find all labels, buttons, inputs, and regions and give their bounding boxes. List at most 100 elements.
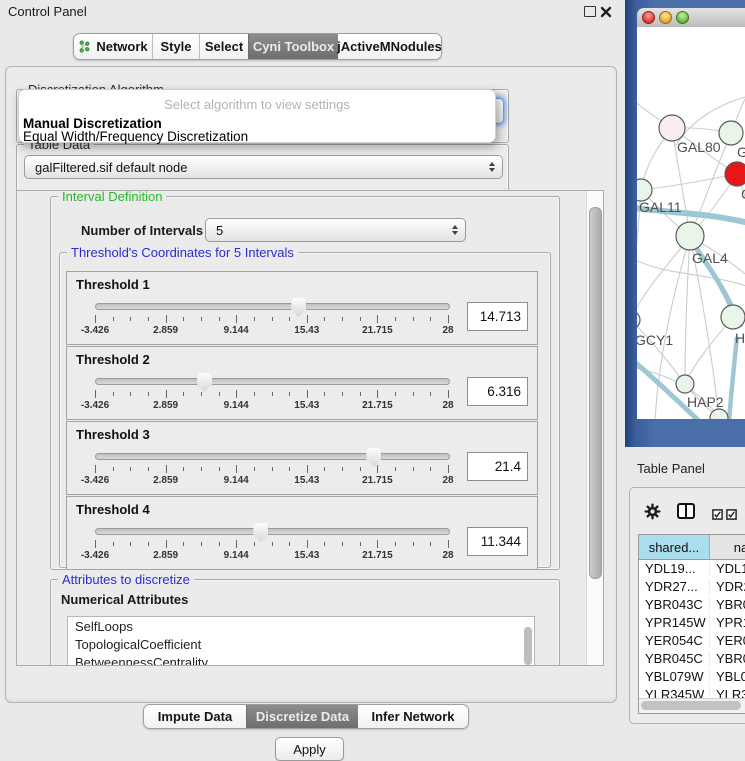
table-cell[interactable]: YER054C [639, 633, 710, 648]
table-cell[interactable]: YPR1 [710, 615, 745, 630]
table-cell[interactable]: YBR0 [710, 651, 745, 666]
slider-tick-label: -3.426 [81, 400, 109, 411]
threshold-value-input[interactable] [467, 527, 528, 556]
vertical-scrollbar[interactable] [586, 191, 603, 665]
network-node-gal4[interactable] [676, 222, 704, 250]
vertical-scroll-thumb[interactable] [589, 207, 602, 579]
slider-tick [95, 465, 96, 473]
table-cell[interactable]: YBR043C [639, 597, 710, 612]
network-window-titlebar[interactable] [637, 8, 745, 28]
close-traffic-light-icon[interactable] [642, 11, 655, 24]
cyni-toolbox-panel: Discretization Algorithm Table Data galF… [5, 66, 617, 703]
table-cell[interactable]: YBL0 [710, 669, 745, 684]
tab-infer-network[interactable]: Infer Network [358, 705, 468, 728]
table-cell[interactable]: YDR2 [710, 579, 745, 594]
threshold-slider-thumb[interactable] [291, 298, 306, 317]
table-row[interactable]: YPR145WYPR1 [639, 613, 745, 631]
gear-icon[interactable] [644, 503, 661, 525]
numerical-attributes-list[interactable]: SelfLoopsTopologicalCoefficientBetweenne… [67, 616, 535, 666]
interval-definition-group: Interval Definition Number of Intervals … [50, 196, 560, 570]
network-node-ga[interactable] [719, 121, 743, 145]
node-label: GCY1 [637, 332, 673, 348]
slider-tick [130, 317, 131, 321]
slider-tick [219, 542, 220, 546]
tab-label: jActiveMNodules [337, 39, 442, 54]
threshold-value-input[interactable] [467, 452, 528, 481]
tab-cyni-toolbox[interactable]: Cyni Toolbox [248, 34, 338, 59]
slider-tick [289, 542, 290, 546]
slider-tick [360, 467, 361, 471]
table-row[interactable]: YDR27...YDR2 [639, 577, 745, 595]
table-cell[interactable]: YPR145W [639, 615, 710, 630]
attribute-item-selfloops[interactable]: SelfLoops [68, 617, 534, 635]
threshold-slider-track[interactable] [95, 528, 450, 535]
table-cell[interactable]: YBL079W [639, 669, 710, 684]
table-cell[interactable]: YDL1 [710, 561, 745, 576]
table-cell[interactable]: YDL19... [639, 561, 710, 576]
slider-tick [324, 317, 325, 321]
slider-tick [360, 317, 361, 321]
tab-select[interactable]: Select [199, 34, 248, 59]
table-row[interactable]: YDL19...YDL1 [639, 559, 745, 577]
checkbox-checked-icon[interactable] [726, 507, 737, 525]
slider-tick [324, 392, 325, 396]
table-header-row: shared... name [639, 535, 745, 560]
number-of-intervals-combobox[interactable]: 5 [205, 218, 466, 242]
slider-tick-label: 21.715 [362, 475, 393, 486]
slider-tick-label: 15.43 [294, 475, 319, 486]
column-header-name[interactable]: name [710, 535, 745, 559]
slider-tick [272, 467, 273, 471]
table-row[interactable]: YER054CYER0 [639, 631, 745, 649]
tab-network[interactable]: Network [74, 34, 152, 59]
network-node-hap2[interactable] [676, 375, 694, 393]
network-node-gal11[interactable] [637, 179, 652, 201]
network-node-c[interactable] [725, 162, 745, 186]
threshold-slider-track[interactable] [95, 378, 450, 385]
dropdown-option-equal-width-frequency-discretization[interactable]: Equal Width/Frequency Discretization [23, 129, 248, 144]
slider-tick [413, 317, 414, 321]
attributes-scrollbar[interactable] [523, 618, 533, 666]
table-cell[interactable]: YER0 [710, 633, 745, 648]
columns-icon[interactable] [677, 503, 695, 524]
horizontal-scrollbar[interactable] [639, 698, 745, 713]
network-node-gal80[interactable] [659, 115, 685, 141]
tab-label: Impute Data [158, 709, 232, 724]
threshold-slider-thumb[interactable] [253, 523, 268, 542]
table-data-combobox[interactable]: galFiltered.sif default node [24, 155, 503, 179]
tab-jactivemnodules[interactable]: jActiveMNodules [338, 34, 441, 59]
network-node-h[interactable] [721, 305, 745, 329]
table-cell[interactable]: YDR27... [639, 579, 710, 594]
threshold-slider-track[interactable] [95, 303, 450, 310]
attribute-item-topologicalcoefficient[interactable]: TopologicalCoefficient [68, 635, 534, 653]
table-row[interactable]: YBL079WYBL0 [639, 667, 745, 685]
network-node-gcy1[interactable] [637, 311, 640, 329]
network-graph: GAL80GACGAL11GAL4GCY1HHAP2 [637, 27, 745, 419]
table-cell[interactable]: YBR045C [639, 651, 710, 666]
column-header-shared-name[interactable]: shared... [639, 535, 710, 559]
apply-button[interactable]: Apply [275, 737, 344, 761]
threshold-value-input[interactable] [467, 302, 528, 331]
group-title: Interval Definition [58, 190, 166, 204]
threshold-slider-thumb[interactable] [197, 373, 212, 392]
tab-discretize-data[interactable]: Discretize Data [246, 705, 358, 728]
tab-impute-data[interactable]: Impute Data [144, 705, 246, 728]
table-row[interactable]: YBR045CYBR0 [639, 649, 745, 667]
network-canvas[interactable]: GAL80GACGAL11GAL4GCY1HHAP2 [637, 27, 745, 419]
float-window-icon[interactable] [584, 6, 596, 17]
threshold-slider-track[interactable] [95, 453, 450, 460]
checkbox-checked-icon[interactable] [712, 507, 723, 525]
threshold-box: Threshold 4-3.4262.8599.14415.4321.71528 [66, 496, 538, 570]
network-node[interactable] [710, 409, 728, 419]
threshold-value-input[interactable] [467, 377, 528, 406]
minimize-traffic-light-icon[interactable] [659, 11, 672, 24]
table-cell[interactable]: YBR0 [710, 597, 745, 612]
attributes-scroll-thumb[interactable] [524, 627, 532, 665]
zoom-traffic-light-icon[interactable] [676, 11, 689, 24]
horizontal-scroll-thumb[interactable] [641, 701, 741, 710]
close-icon[interactable] [600, 5, 612, 23]
attribute-item-betweennesscentrality[interactable]: BetweennessCentrality [68, 653, 534, 666]
threshold-slider-thumb[interactable] [366, 448, 381, 467]
tab-style[interactable]: Style [152, 34, 199, 59]
network-icon [78, 40, 91, 53]
table-row[interactable]: YBR043CYBR0 [639, 595, 745, 613]
